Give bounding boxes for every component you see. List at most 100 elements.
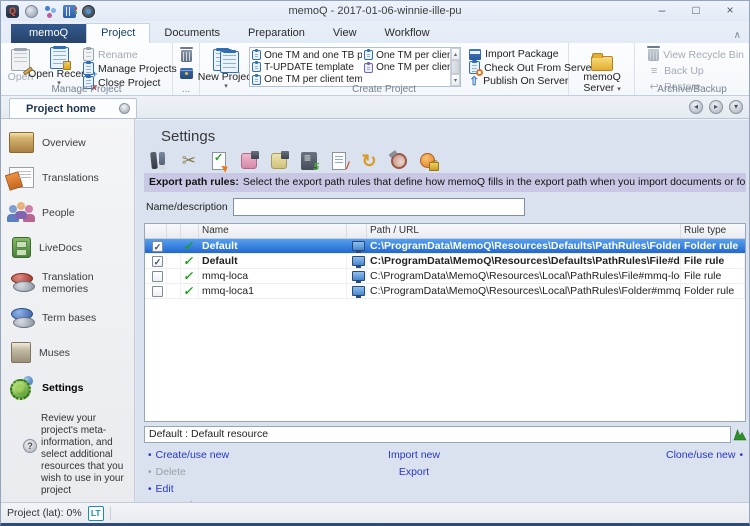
sidebar-item-people[interactable]: People — [1, 195, 134, 230]
bullet-icon: • — [739, 450, 743, 461]
rule-type: Folder rule — [681, 239, 745, 253]
manage-projects-button[interactable]: + Manage Projects — [81, 62, 169, 75]
template-item[interactable]: One TM and one TB per ... — [252, 49, 362, 61]
info-bar-title: Export path rules: — [149, 176, 239, 188]
open-recent-button[interactable]: Open Recent ▾ — [37, 45, 81, 83]
export-link[interactable]: Export — [354, 466, 474, 478]
minimize-button[interactable]: – — [645, 1, 679, 21]
livedocs-settings-icon[interactable] — [268, 150, 290, 172]
open-icon — [11, 49, 30, 71]
back-up-button[interactable]: ≡ Back Up — [646, 64, 746, 77]
resource-status-icon[interactable] — [733, 428, 747, 441]
column-header-rule-type[interactable]: Rule type — [681, 224, 745, 238]
muses-icon — [11, 342, 31, 363]
row-checkbox[interactable] — [152, 271, 163, 282]
export-path-rules-icon[interactable]: / — [328, 150, 350, 172]
template-item[interactable]: One TM per client template 2 — [364, 49, 450, 62]
category-info-bar: Export path rules: Select the export path… — [144, 173, 746, 192]
scroll-thumb[interactable] — [451, 60, 460, 74]
table-row[interactable]: ✓ ✓ Default C:\ProgramData\MemoQ\Resourc… — [145, 254, 745, 269]
delete-link[interactable]: •Delete — [148, 466, 186, 478]
ignore-lists-icon[interactable] — [388, 150, 410, 172]
language-terminal-badge[interactable]: LT — [88, 506, 104, 521]
nav-dropdown-icon[interactable]: ▾ — [729, 100, 743, 114]
collapse-ribbon-icon[interactable]: ∧ — [734, 30, 741, 41]
row-checkbox[interactable]: ✓ — [152, 256, 163, 267]
auto-translation-rules-icon[interactable]: ≡5 — [298, 150, 320, 172]
sidebar-item-settings[interactable]: Settings — [1, 370, 134, 405]
row-checkbox[interactable]: ✓ — [152, 241, 163, 252]
share-molecule-icon[interactable] — [44, 5, 57, 18]
new-project-button[interactable]: New Project ▾ — [203, 45, 249, 83]
status-divider — [110, 506, 111, 520]
close-button[interactable]: × — [713, 1, 747, 21]
name-description-input[interactable] — [233, 198, 525, 216]
qa-settings-icon[interactable] — [208, 150, 230, 172]
sidebar-item-term-bases[interactable]: Term bases — [1, 300, 134, 335]
import-new-link[interactable]: Import new — [354, 449, 474, 461]
sidebar-item-overview[interactable]: Overview — [1, 125, 134, 160]
nav-back-icon[interactable]: ◂ — [689, 100, 703, 114]
group-manage-project: Open Open Recent ▾ Rename + Manage Proje… — [1, 43, 173, 95]
valid-check-icon: ✓ — [183, 239, 196, 253]
sidebar-item-muses[interactable]: Muses — [1, 335, 134, 370]
clone-use-new-link[interactable]: Clone/use new• — [666, 449, 743, 461]
rename-icon — [83, 48, 94, 61]
local-resource-icon — [352, 241, 365, 251]
tab-memoq[interactable]: memoQ — [11, 24, 86, 43]
autocorrect-icon[interactable]: ↻ — [358, 150, 380, 172]
maximize-button[interactable]: □ — [679, 1, 713, 21]
template-icon — [252, 50, 261, 60]
edit-link[interactable]: •Edit — [148, 483, 174, 495]
options-gear-icon[interactable] — [82, 5, 95, 18]
sidebar-item-livedocs[interactable]: LiveDocs — [1, 230, 134, 265]
table-row[interactable]: ✓ mmq-loca1 C:\ProgramData\MemoQ\Resourc… — [145, 284, 745, 299]
general-settings-icon[interactable] — [148, 150, 170, 172]
view-recycle-bin-button[interactable]: View Recycle Bin — [646, 48, 746, 61]
nav-forward-icon[interactable]: ▸ — [709, 100, 723, 114]
archive-project-icon[interactable] — [180, 68, 193, 79]
tab-project-home[interactable]: Project home — [9, 98, 137, 118]
sidebar-item-translation-memories[interactable]: Translation memories — [1, 265, 134, 300]
valid-check-icon: ✓ — [183, 254, 196, 268]
template-scrollbar[interactable]: ▴ ▾ — [450, 48, 460, 86]
group-label-manage-project: Manage Project — [1, 84, 172, 95]
row-checkbox[interactable] — [152, 286, 163, 297]
page-title: Settings — [161, 128, 215, 145]
group-label-archive-backup: Archive/Backup — [635, 84, 749, 95]
column-header-name[interactable]: Name — [199, 224, 347, 238]
sidebar-item-translations[interactable]: Translations — [1, 160, 134, 195]
tab-project[interactable]: Project — [86, 23, 150, 43]
help-globe-icon[interactable] — [25, 5, 38, 18]
tab-view[interactable]: View — [319, 24, 371, 43]
ribbon-tab-strip: memoQ Project Documents Preparation View… — [1, 21, 749, 43]
import-package-button[interactable]: Import Package — [467, 48, 565, 60]
tab-documents[interactable]: Documents — [150, 24, 234, 43]
memoq-server-button[interactable]: memoQ Server ▾ — [572, 45, 632, 94]
rename-button[interactable]: Rename — [81, 48, 169, 61]
table-row[interactable]: ✓ ✓ Default C:\ProgramData\MemoQ\Resourc… — [145, 239, 745, 254]
tm-settings-icon[interactable] — [238, 150, 260, 172]
font-substitution-icon[interactable] — [418, 150, 440, 172]
tab-pin-icon[interactable] — [119, 103, 130, 114]
column-header-path[interactable]: Path / URL — [367, 224, 681, 238]
create-use-new-link[interactable]: •Create/use new — [148, 449, 229, 461]
settings-icon — [9, 377, 34, 398]
back-up-icon: ≡ — [648, 65, 660, 77]
template-item[interactable]: One TM per client template — [364, 62, 450, 75]
scroll-up-icon[interactable]: ▴ — [451, 48, 460, 60]
table-row[interactable]: ✓ mmq-loca C:\ProgramData\MemoQ\Resource… — [145, 269, 745, 284]
info-bar-text: Select the export path rules that define… — [243, 176, 746, 188]
tab-workflow[interactable]: Workflow — [371, 24, 444, 43]
check-out-from-server-button[interactable]: Check Out From Server — [467, 61, 565, 74]
delete-project-trash-icon[interactable] — [181, 50, 192, 62]
tab-preparation[interactable]: Preparation — [234, 24, 319, 43]
status-bar: Project (lat): 0% LT — [1, 502, 749, 523]
memoq-logo-icon[interactable]: Q — [6, 5, 19, 18]
translations-icon — [9, 167, 34, 188]
rule-name: Default — [199, 239, 347, 253]
address-book-icon[interactable] — [63, 5, 76, 18]
template-item[interactable]: T-UPDATE template — [252, 61, 362, 73]
settings-category-toolbar: ✂ ≡5 / ↻ — [148, 150, 440, 172]
segmentation-rules-icon[interactable]: ✂ — [178, 150, 200, 172]
